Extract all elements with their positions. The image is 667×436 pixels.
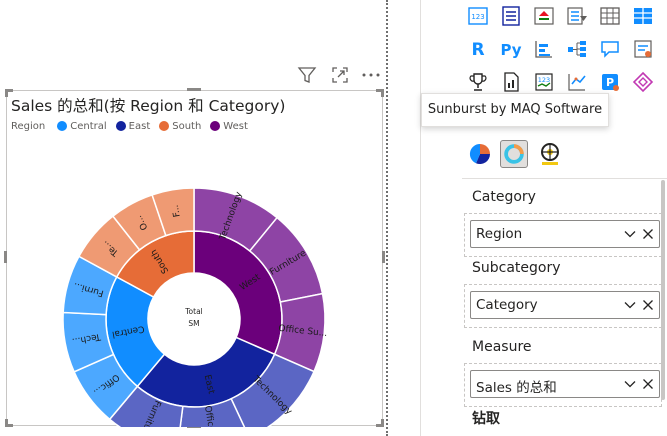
pane-scrollbar[interactable] (661, 180, 665, 400)
power-apps-icon[interactable]: 123 (532, 70, 556, 94)
report-canvas[interactable]: Sales 的总和(按 Region 和 Category) Region Ce… (0, 0, 420, 436)
power-automate-icon[interactable] (565, 70, 589, 94)
r-visual-icon[interactable]: R (466, 37, 490, 61)
field-pill[interactable]: Category (470, 291, 660, 319)
field-name: Category (476, 297, 538, 313)
sunburst-center-label: SM (188, 319, 199, 328)
svg-text:P: P (606, 76, 614, 89)
close-icon[interactable] (641, 227, 655, 241)
field-pill[interactable]: Region (470, 220, 660, 248)
visual-tooltip: Sunburst by MAQ Software (421, 93, 609, 127)
field-name: Region (476, 226, 523, 242)
more-options-icon[interactable] (360, 64, 382, 86)
field-pill[interactable]: Sales 的总和 (470, 370, 660, 398)
field-well[interactable]: Region (464, 213, 662, 257)
section-label: Subcategory (472, 260, 561, 276)
visual-header (296, 64, 386, 86)
section-label: Measure (472, 339, 532, 355)
close-icon[interactable] (641, 377, 655, 391)
multirow-card-icon[interactable] (631, 4, 655, 28)
sunburst-chart: WestTechnologyFurnitureOffice Su...East T… (62, 187, 328, 427)
paginated-report-icon[interactable] (499, 70, 523, 94)
sunburst-center-label: Total (184, 307, 203, 316)
chevron-down-icon[interactable] (623, 227, 637, 241)
pane-divider (462, 178, 667, 179)
filter-icon[interactable] (296, 64, 318, 86)
slicer-icon[interactable] (565, 4, 589, 28)
svg-text:123: 123 (471, 13, 484, 21)
table-icon[interactable] (598, 4, 622, 28)
decomposition-tree-icon[interactable] (565, 37, 589, 61)
chevron-down-icon[interactable] (623, 298, 637, 312)
drill-through-label: 钻取 (472, 411, 500, 427)
page-boundary (386, 0, 388, 436)
focus-mode-icon[interactable] (329, 64, 351, 86)
field-name: Sales 的总和 (476, 380, 557, 396)
sunburst-icon[interactable] (500, 140, 528, 168)
svg-text:123: 123 (538, 76, 550, 84)
matrix-icon[interactable]: 123 (466, 4, 490, 28)
custom-visual-pie-icon[interactable] (466, 140, 494, 168)
custom-visual-wheel-icon[interactable] (536, 140, 564, 168)
field-well[interactable]: Category (464, 284, 662, 328)
key-influencers-icon[interactable] (532, 37, 556, 61)
chevron-down-icon[interactable] (623, 377, 637, 391)
svg-text:R: R (471, 40, 484, 60)
trophy-icon[interactable] (466, 70, 490, 94)
sunburst-visual[interactable]: Sales 的总和(按 Region 和 Category) Region Ce… (4, 88, 385, 428)
more-visuals-icon[interactable] (631, 70, 655, 94)
python-visual-icon[interactable]: Py (499, 37, 523, 61)
sunburst-segment-label: F... (171, 204, 183, 218)
card-icon[interactable] (499, 4, 523, 28)
smart-narrative-icon[interactable] (631, 37, 655, 61)
metrics-icon[interactable]: P (598, 70, 622, 94)
section-label: Category (472, 189, 536, 205)
svg-text:Py: Py (500, 41, 521, 59)
kpi-icon[interactable] (532, 4, 556, 28)
close-icon[interactable] (641, 298, 655, 312)
field-well[interactable]: Sales 的总和 (464, 363, 662, 407)
qa-icon[interactable] (598, 37, 622, 61)
